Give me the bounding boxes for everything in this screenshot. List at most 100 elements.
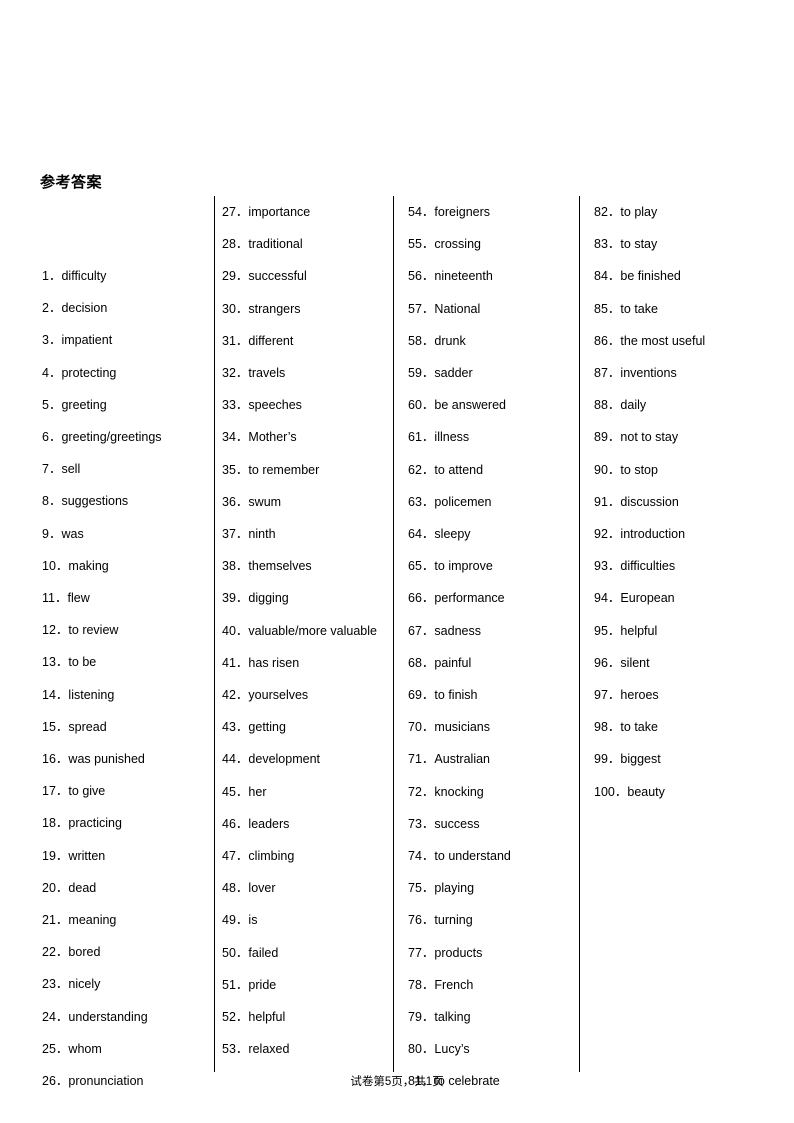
answer-item: 77．products xyxy=(408,937,576,969)
answer-item: 75．playing xyxy=(408,872,576,904)
answer-number: 29 xyxy=(222,269,236,284)
answer-item: 8．suggestions xyxy=(42,485,202,517)
answer-text: Australian xyxy=(434,752,491,767)
answer-text: successful xyxy=(248,269,307,284)
answer-text: themselves xyxy=(248,559,312,574)
answer-text: yourselves xyxy=(248,688,309,703)
answer-number: 31 xyxy=(222,333,236,348)
answer-number: 13 xyxy=(42,655,56,670)
answer-number: 39 xyxy=(222,591,236,606)
answer-text: policemen xyxy=(434,494,492,509)
answer-separator: ． xyxy=(48,300,62,316)
answer-text: sadness xyxy=(434,623,481,638)
answer-text: written xyxy=(68,848,106,863)
answer-number: 98 xyxy=(594,720,608,735)
answer-number: 88 xyxy=(594,398,608,413)
answer-text: biggest xyxy=(620,752,661,767)
answer-separator: ． xyxy=(421,300,435,316)
answer-text: drunk xyxy=(434,333,466,348)
answer-text: introduction xyxy=(620,527,686,542)
answer-text: discussion xyxy=(620,494,679,509)
answer-number: 95 xyxy=(594,623,608,638)
answer-number: 86 xyxy=(594,333,608,348)
answer-number: 58 xyxy=(408,333,422,348)
answer-separator: ． xyxy=(55,1040,69,1056)
answer-number: 69 xyxy=(408,688,422,703)
answer-number: 28 xyxy=(222,237,236,252)
answer-item: 52．helpful xyxy=(222,1001,390,1033)
answer-separator: ． xyxy=(235,590,249,606)
answer-item: 94．European xyxy=(594,582,774,614)
answer-number: 71 xyxy=(408,752,422,767)
answer-number: 65 xyxy=(408,559,422,574)
answer-item: 63．policemen xyxy=(408,486,576,518)
answer-text: getting xyxy=(248,720,286,735)
answer-item: 47．climbing xyxy=(222,840,390,872)
answer-separator: ． xyxy=(607,654,621,670)
answer-number: 59 xyxy=(408,366,422,381)
answer-item: 51．pride xyxy=(222,969,390,1001)
answer-text: difficulty xyxy=(61,269,107,283)
answer-text: be finished xyxy=(620,269,681,284)
answer-separator: ． xyxy=(55,879,69,895)
answer-number: 53 xyxy=(222,1042,236,1057)
document-page: 参考答案 1．difficulty 2．decision 3．impatient 4．… xyxy=(0,0,794,1123)
answer-item: 21．meaning xyxy=(42,904,202,936)
answer-separator: ． xyxy=(421,526,435,542)
answer-text: failed xyxy=(248,945,279,960)
answer-item: 35．to remember xyxy=(222,454,390,486)
answer-separator: ． xyxy=(235,526,249,542)
answer-separator: ． xyxy=(607,268,621,284)
answer-separator: ． xyxy=(607,429,621,445)
answer-text: illness xyxy=(434,430,470,445)
answer-separator: ． xyxy=(607,590,621,606)
answer-text: to improve xyxy=(434,559,493,574)
footer-prefix: 试卷第 xyxy=(350,1074,385,1088)
answer-number: 47 xyxy=(222,849,236,864)
answer-number: 40 xyxy=(222,623,236,638)
answer-text: climbing xyxy=(248,849,295,864)
answer-item: 30．strangers xyxy=(222,293,390,325)
answer-separator: ． xyxy=(235,204,249,219)
answer-separator: ． xyxy=(55,976,69,992)
answer-number: 15 xyxy=(42,719,56,734)
answer-column-1: 1．difficulty 2．decision 3．impatient 4．prote… xyxy=(42,196,202,1097)
answer-item: 72．knocking xyxy=(408,776,576,808)
answer-separator: ． xyxy=(235,332,249,348)
answer-text: to stay xyxy=(620,237,658,252)
answer-number: 75 xyxy=(408,881,422,896)
answer-item: 89．not to stay xyxy=(594,421,774,453)
answer-text: to give xyxy=(68,784,106,799)
column-divider-3 xyxy=(579,196,580,1072)
answer-number: 60 xyxy=(408,398,422,413)
answer-separator: ． xyxy=(607,687,621,703)
answer-text: speeches xyxy=(248,398,302,413)
answer-item: 97．heroes xyxy=(594,679,774,711)
answer-item: 7．sell xyxy=(42,453,202,485)
answer-text: to finish xyxy=(434,688,478,703)
answer-separator: ． xyxy=(421,268,435,284)
answer-item: 28．traditional xyxy=(222,228,390,260)
answer-separator: ． xyxy=(607,558,621,574)
page-footer: 试卷第5页，共1页 xyxy=(0,1073,794,1090)
answer-number: 49 xyxy=(222,913,236,928)
answer-item: 34．Mother’s xyxy=(222,421,390,453)
answer-separator: ． xyxy=(235,429,249,445)
answer-text: helpful xyxy=(620,623,658,638)
answer-separator: ． xyxy=(607,397,621,413)
answer-separator: ． xyxy=(54,590,68,606)
answer-number: 22 xyxy=(42,945,56,960)
answer-text: Mother’s xyxy=(248,430,297,445)
answer-number: 84 xyxy=(594,269,608,284)
answer-separator: ． xyxy=(421,719,435,735)
answer-text: understanding xyxy=(68,1009,148,1024)
answer-separator: ． xyxy=(607,622,621,638)
answer-item: 66．performance xyxy=(408,582,576,614)
answer-number: 85 xyxy=(594,301,608,316)
answer-text: the most useful xyxy=(620,333,706,348)
answer-separator: ． xyxy=(421,365,435,381)
answer-text: making xyxy=(68,558,109,573)
answer-item: 61．illness xyxy=(408,421,576,453)
answer-text: swum xyxy=(248,494,282,509)
answer-item: 24．understanding xyxy=(42,1001,202,1033)
